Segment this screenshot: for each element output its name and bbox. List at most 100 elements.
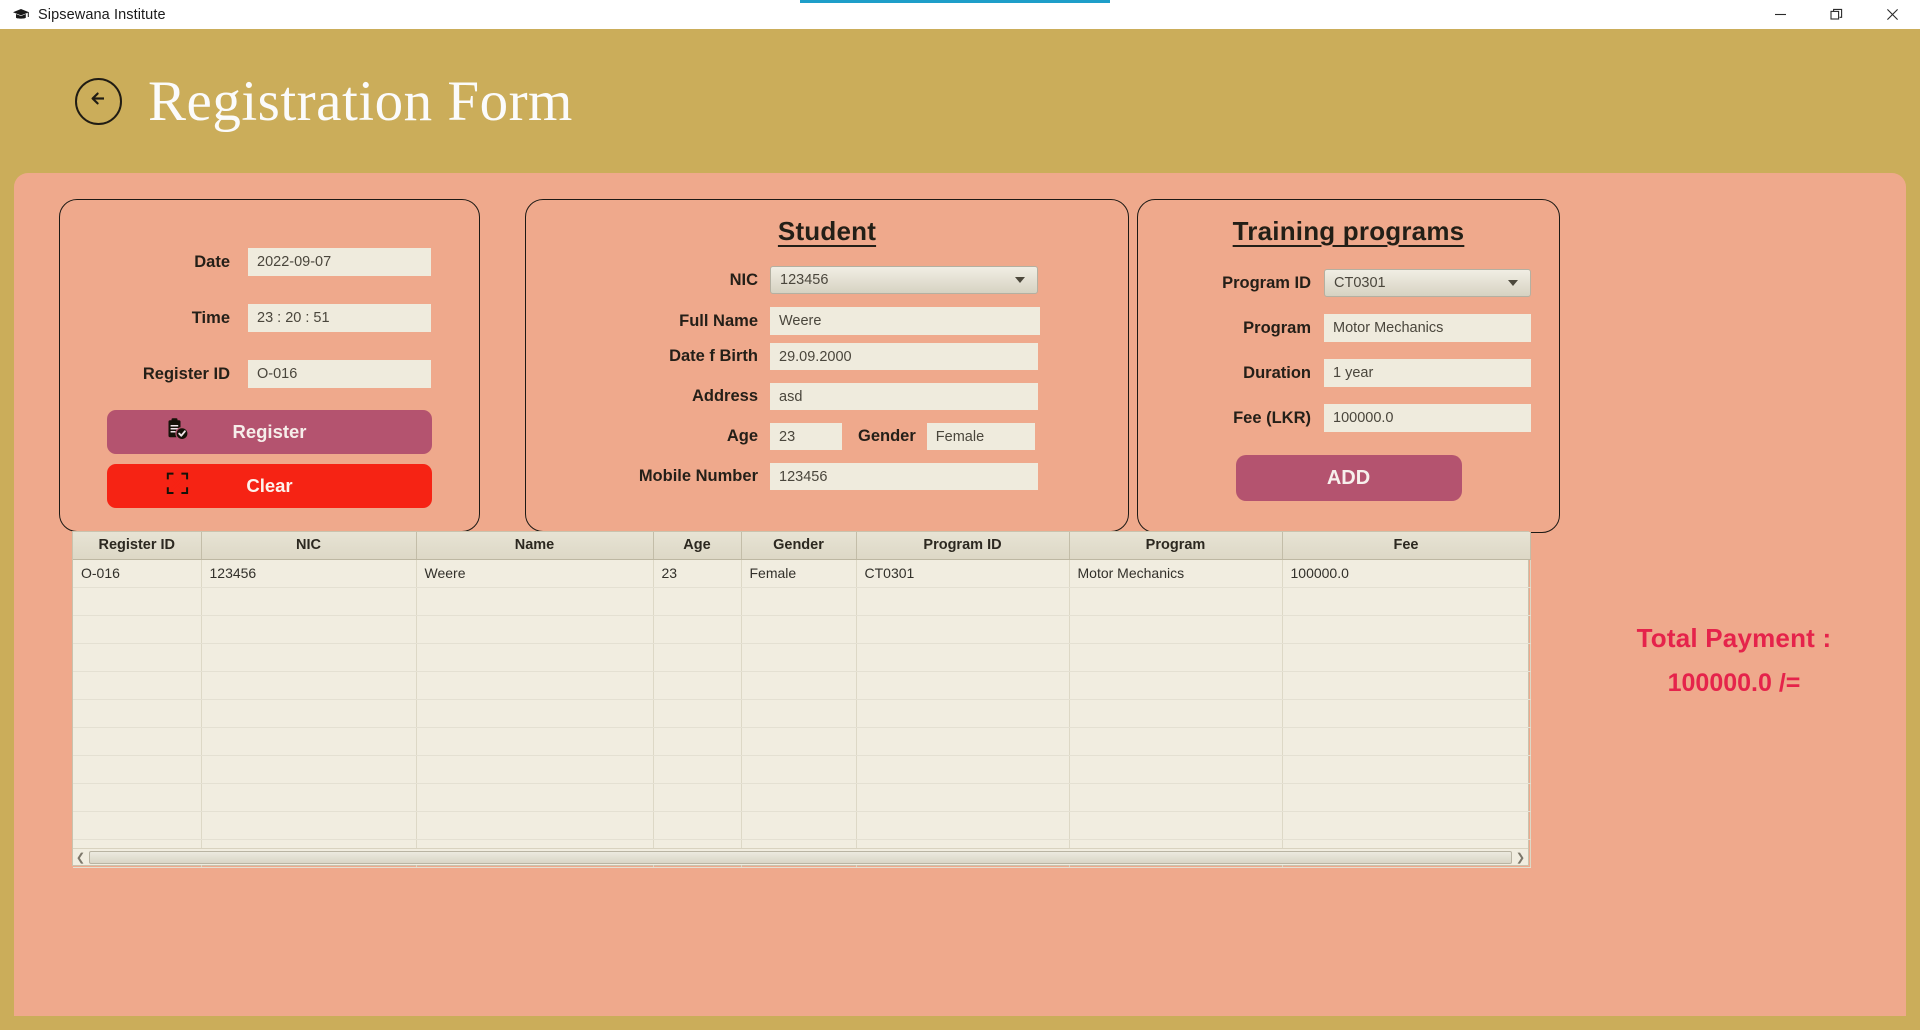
table-cell-empty <box>201 671 417 700</box>
table-cell-empty <box>1282 811 1531 840</box>
mobile-number-input[interactable]: 123456 <box>770 463 1038 490</box>
clear-button-label: Clear <box>246 475 293 496</box>
titlebar-left: Sipsewana Institute <box>0 6 166 24</box>
table-header-program[interactable]: Program <box>1069 532 1283 560</box>
duration-row: Duration 1 year <box>1198 359 1559 387</box>
registrations-grid: Register ID NIC Name Age Gender Program … <box>73 532 1531 868</box>
register-id-label: Register ID <box>142 364 230 383</box>
table-cell-gender: Female <box>741 559 857 588</box>
table-row-empty[interactable] <box>73 587 1531 616</box>
table-row-empty[interactable] <box>73 615 1531 644</box>
table-cell-empty <box>741 615 857 644</box>
program-id-label: Program ID <box>1222 273 1311 292</box>
table-cell-empty <box>1282 699 1531 728</box>
table-cell-name: Weere <box>416 559 654 588</box>
register-id-row: Register ID O-016 <box>108 360 479 388</box>
table-cell-empty <box>653 643 742 672</box>
chevron-left-icon[interactable]: ❮ <box>73 849 88 866</box>
table-cell-empty <box>1069 727 1283 756</box>
table-cell-fee: 100000.0 <box>1282 559 1531 588</box>
duration-input[interactable]: 1 year <box>1324 359 1531 387</box>
table-cell-empty <box>73 671 202 700</box>
close-icon[interactable] <box>1864 0 1920 29</box>
clear-button[interactable]: Clear <box>107 464 432 508</box>
full-name-input[interactable]: Weere <box>770 307 1040 335</box>
table-cell-program-id: CT0301 <box>856 559 1070 588</box>
time-row: Time 23 : 20 : 51 <box>108 304 479 332</box>
program-id-row: Program ID CT0301 <box>1198 269 1559 297</box>
chevron-right-icon[interactable]: ❯ <box>1513 849 1528 866</box>
table-header-gender[interactable]: Gender <box>741 532 857 560</box>
table-row-empty[interactable] <box>73 811 1531 840</box>
minimize-icon[interactable] <box>1752 0 1808 29</box>
add-button[interactable]: ADD <box>1235 455 1462 501</box>
date-row: Date 2022-09-07 <box>108 248 479 276</box>
training-programs-card: Training programs Program ID CT0301 Prog… <box>1137 199 1560 533</box>
table-header-register-id[interactable]: Register ID <box>73 532 202 560</box>
table-row-empty[interactable] <box>73 643 1531 672</box>
table-row-empty[interactable] <box>73 699 1531 728</box>
table-row[interactable]: O-016 123456 Weere 23 Female CT0301 Motor Mech… <box>73 559 1531 588</box>
table-cell-empty <box>73 587 202 616</box>
registrations-table: Register ID NIC Name Age Gender Program … <box>72 531 1531 868</box>
full-name-row: Full Name Weere <box>578 307 1128 335</box>
table-cell-empty <box>653 615 742 644</box>
age-input[interactable]: 23 <box>770 423 842 450</box>
address-input[interactable]: asd <box>770 383 1038 410</box>
table-header-fee[interactable]: Fee <box>1282 532 1531 560</box>
table-cell-empty <box>416 699 654 728</box>
window-controls <box>1752 0 1920 29</box>
table-cell-empty <box>73 811 202 840</box>
table-cell-empty <box>1069 811 1283 840</box>
table-cell-empty <box>1069 783 1283 812</box>
table-header-name[interactable]: Name <box>416 532 654 560</box>
table-body: O-016 123456 Weere 23 Female CT0301 Motor Mech… <box>73 559 1531 868</box>
table-cell-empty <box>856 587 1070 616</box>
table-row-empty[interactable] <box>73 671 1531 700</box>
total-payment-label: Total Payment : <box>1636 623 1832 653</box>
graduation-cap-icon <box>12 6 30 24</box>
address-row: Address asd <box>578 383 1128 410</box>
back-button[interactable] <box>75 77 122 125</box>
full-name-label: Full Name <box>679 311 758 330</box>
table-cell-register-id: O-016 <box>73 559 202 588</box>
student-card: Student NIC 123456 Full Name Weere Date … <box>525 199 1129 532</box>
table-cell-empty <box>416 643 654 672</box>
table-cell-nic: 123456 <box>201 559 417 588</box>
time-label: Time <box>191 308 230 327</box>
program-id-combobox[interactable]: CT0301 <box>1324 269 1531 297</box>
restore-icon[interactable] <box>1808 0 1864 29</box>
table-row-empty[interactable] <box>73 783 1531 812</box>
table-row-empty[interactable] <box>73 755 1531 784</box>
app-page: Registration Form Date 2022-09-07 Time 2… <box>0 29 1920 1030</box>
table-cell-empty <box>201 587 417 616</box>
table-header-program-id[interactable]: Program ID <box>856 532 1070 560</box>
program-label: Program <box>1243 318 1311 337</box>
nic-combobox[interactable]: 123456 <box>770 266 1038 294</box>
table-header-nic[interactable]: NIC <box>201 532 417 560</box>
table-cell-empty <box>653 811 742 840</box>
table-cell-empty <box>856 699 1070 728</box>
table-header-age[interactable]: Age <box>653 532 742 560</box>
scrollbar-thumb[interactable] <box>89 850 1512 864</box>
register-button[interactable]: Register <box>107 410 432 454</box>
chevron-down-icon <box>1015 277 1025 283</box>
fee-row: Fee (LKR) 100000.0 <box>1198 404 1559 432</box>
fee-input[interactable]: 100000.0 <box>1324 404 1531 432</box>
table-cell-empty <box>856 811 1070 840</box>
time-input[interactable]: 23 : 20 : 51 <box>248 304 431 332</box>
program-input[interactable]: Motor Mechanics <box>1324 314 1531 342</box>
document-x-icon <box>165 471 190 501</box>
date-input[interactable]: 2022-09-07 <box>248 248 431 276</box>
table-horizontal-scrollbar[interactable]: ❮ ❯ <box>73 848 1528 865</box>
table-cell-empty <box>653 783 742 812</box>
table-cell-empty <box>1069 755 1283 784</box>
table-cell-empty <box>201 699 417 728</box>
gender-input[interactable]: Female <box>926 423 1035 450</box>
date-of-birth-input[interactable]: 29.09.2000 <box>770 343 1038 370</box>
table-cell-empty <box>1069 671 1283 700</box>
table-cell-empty <box>1282 671 1531 700</box>
table-row-empty[interactable] <box>73 727 1531 756</box>
gender-label: Gender <box>858 427 916 445</box>
register-id-input[interactable]: O-016 <box>248 360 431 388</box>
